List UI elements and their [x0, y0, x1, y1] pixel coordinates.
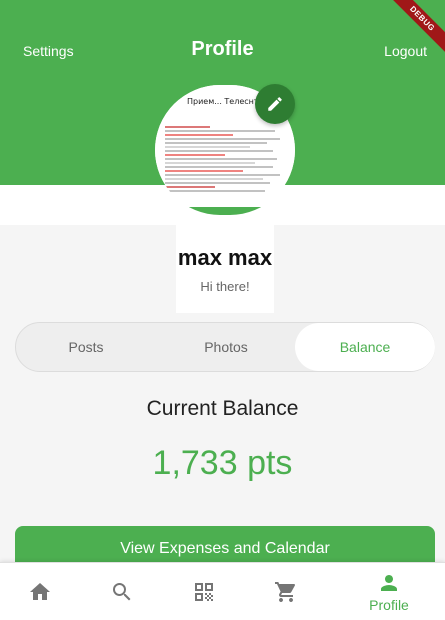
cart-icon: [275, 582, 296, 602]
profile-bio: Hi there!: [200, 279, 250, 294]
tab-photos[interactable]: Photos: [156, 323, 296, 371]
nav-home[interactable]: [0, 563, 80, 620]
tab-balance[interactable]: Balance: [295, 323, 435, 371]
bottom-navigation-bar: Profile: [0, 562, 445, 620]
nav-profile-label: Profile: [369, 597, 409, 613]
logout-button[interactable]: Logout: [384, 43, 427, 59]
home-icon: [30, 583, 50, 600]
qr-code-icon: [195, 583, 213, 601]
profile-name: max max: [177, 245, 273, 270]
profile-tab-bar: Posts Photos Balance: [15, 322, 435, 372]
balance-title: Current Balance: [146, 397, 299, 420]
nav-profile[interactable]: Profile: [349, 563, 429, 620]
search-icon: [113, 583, 131, 601]
nav-search[interactable]: [82, 563, 162, 620]
edit-avatar-button[interactable]: [255, 84, 295, 124]
balance-value: 1,733 pts: [152, 444, 293, 482]
nav-qr-code[interactable]: [164, 563, 244, 620]
person-icon: [381, 575, 397, 591]
nav-cart[interactable]: [246, 563, 326, 620]
tab-posts[interactable]: Posts: [16, 323, 156, 371]
page-title: Profile: [191, 38, 254, 60]
pencil-icon: [268, 97, 282, 111]
profile-info-card: max max Hi there!: [176, 225, 274, 313]
